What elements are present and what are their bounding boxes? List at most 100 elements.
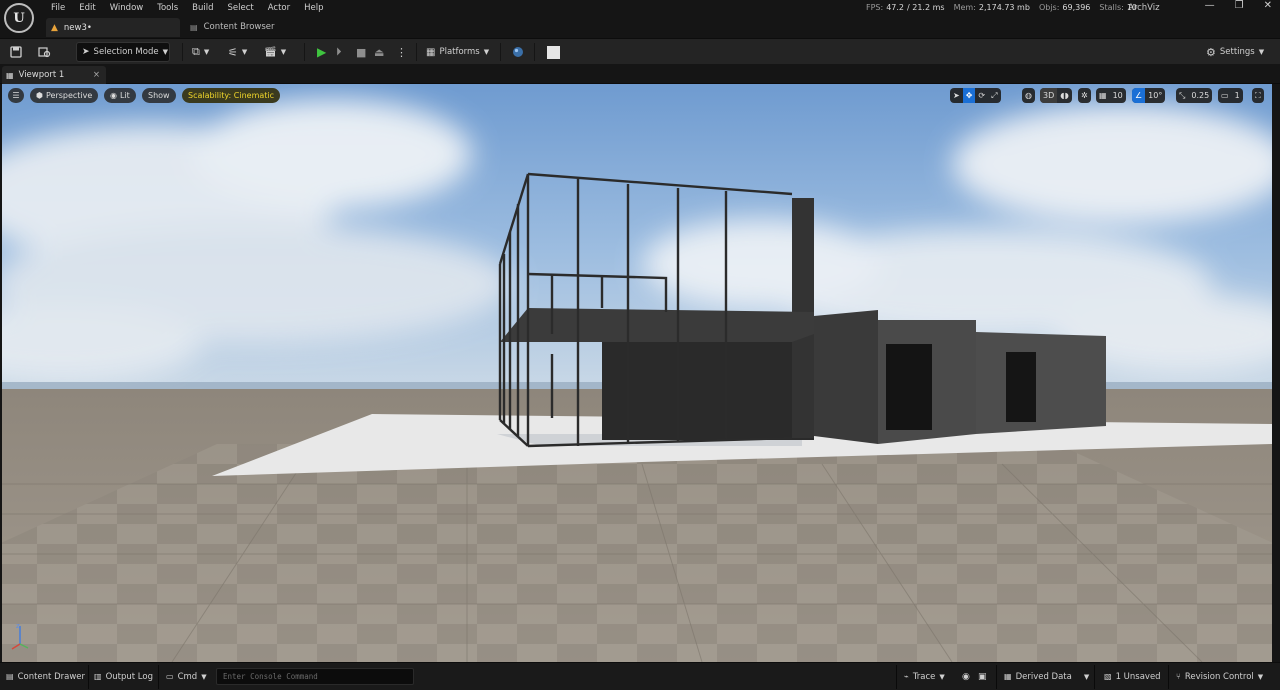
select-tool-icon[interactable]: ➤ <box>950 88 963 103</box>
stop-button[interactable]: ■ <box>356 42 366 62</box>
restore-icon[interactable]: ❐ <box>1235 0 1244 11</box>
eject-button[interactable]: ⏏ <box>374 42 384 62</box>
screenshot-button[interactable]: ▣ <box>978 668 987 685</box>
house-window-1 <box>886 344 932 430</box>
unsaved-button[interactable]: ▧ 1 Unsaved <box>1104 668 1161 685</box>
trace-icon: ⌁ <box>904 672 909 681</box>
perspective-button[interactable]: ⬢ Perspective <box>30 88 99 103</box>
scalability-badge[interactable]: Scalability: Cinematic <box>182 88 281 103</box>
revision-control-label: Revision Control <box>1184 671 1254 682</box>
chevron-down-icon: ▼ <box>939 672 945 681</box>
settings-label: Settings <box>1219 47 1255 57</box>
unsaved-label: 1 Unsaved <box>1115 671 1161 682</box>
derived-data-dropdown[interactable]: ▦ Derived Data ▼ <box>1004 668 1089 685</box>
output-log-button[interactable]: ▥ Output Log <box>94 668 153 685</box>
trace-label: Trace <box>912 671 936 682</box>
menu-select[interactable]: Select <box>221 1 261 15</box>
chevron-down-icon: ▼ <box>203 48 210 56</box>
browse-icon[interactable] <box>38 42 51 62</box>
show-button[interactable]: Show <box>142 88 176 103</box>
frame-ms: / 21.2 ms <box>907 3 945 12</box>
scalability-label: Scalability: Cinematic <box>188 91 275 100</box>
cube-icon: ⬢ <box>36 91 43 100</box>
settings-button[interactable]: ⚙ Settings ▼ <box>1206 42 1264 62</box>
white-square-button[interactable] <box>547 42 560 62</box>
menu-actor[interactable]: Actor <box>261 1 297 15</box>
play-options-button[interactable]: ⋮ <box>396 42 407 62</box>
scale-snap-value: 0.25 <box>1191 91 1210 100</box>
add-actor-button[interactable]: ⧉ ▼ <box>192 42 209 62</box>
content-drawer-label: Content Drawer <box>17 671 85 682</box>
perspective-label: Perspective <box>45 91 93 100</box>
toolbar-divider <box>500 43 501 61</box>
viewport-tab[interactable]: ▦ Viewport 1 × <box>2 66 106 84</box>
square-icon <box>547 45 560 59</box>
play-button[interactable]: ▶ <box>317 42 326 62</box>
stop-icon: ■ <box>356 45 367 59</box>
menu-build[interactable]: Build <box>185 1 220 15</box>
trace-dropdown[interactable]: ⌁ Trace ▼ <box>904 668 945 685</box>
play-icon: ▶ <box>317 45 327 59</box>
unsaved-icon: ▧ <box>1104 672 1112 681</box>
menu-file[interactable]: File <box>44 1 72 15</box>
viewport-menu-button[interactable]: ☰ <box>8 88 24 103</box>
toolbar-divider <box>416 43 417 61</box>
toolbar-divider <box>304 43 305 61</box>
selection-mode-label: Selection Mode <box>93 47 159 57</box>
close-tab-icon[interactable]: × <box>93 70 100 80</box>
scale-snap-group[interactable]: ⤡ 0.25 <box>1176 88 1213 103</box>
gizmo-z-label: z <box>16 622 20 630</box>
menu-window[interactable]: Window <box>103 1 151 15</box>
grid-snap-group[interactable]: ▦ 10 <box>1096 88 1126 103</box>
content-drawer-button[interactable]: ▤ Content Drawer <box>6 668 85 685</box>
scale-tool-icon[interactable]: ⤢ <box>988 88 1000 103</box>
minimize-icon[interactable]: — <box>1205 0 1215 11</box>
clapper-icon: 🎬︎ <box>264 46 277 58</box>
toggle-switch-icon: ◖◗ <box>1060 91 1069 100</box>
unreal-logo-icon[interactable]: U <box>4 3 34 33</box>
cursor-icon: ➤ <box>82 47 90 57</box>
surface-snapping-button[interactable]: ✲ <box>1078 88 1091 103</box>
record-button[interactable]: ◉ <box>962 668 970 685</box>
material-sphere-button[interactable] <box>512 42 524 62</box>
selection-mode-dropdown[interactable]: ➤ Selection Mode ▼ <box>76 42 170 62</box>
chevron-down-icon: ▼ <box>1257 672 1264 681</box>
camera-speed-group[interactable]: ▭ 1 <box>1218 88 1243 103</box>
maximize-viewport-button[interactable]: ⛶ <box>1252 88 1264 103</box>
lit-button[interactable]: ◉ Lit <box>104 88 136 103</box>
menu-tools[interactable]: Tools <box>150 1 185 15</box>
surface-snap-toggle[interactable]: 3D ◖◗ <box>1040 88 1072 103</box>
add-actor-icon: ⧉ <box>192 45 200 58</box>
rotation-snap-value: 10° <box>1148 91 1163 100</box>
chevron-down-icon: ▼ <box>241 48 248 56</box>
cmd-dropdown[interactable]: ▭ Cmd ▼ <box>166 668 207 685</box>
level-viewport[interactable]: ☰ ⬢ Perspective ◉ Lit Show Scalability: … <box>2 84 1272 662</box>
objs-label: Objs: <box>1038 3 1060 12</box>
level-icon: ▲ <box>51 22 58 33</box>
translate-tool-icon[interactable]: ✥ <box>962 88 976 103</box>
menu-edit[interactable]: Edit <box>72 1 102 15</box>
rotation-snap-group[interactable]: ∠ 10° <box>1132 88 1166 103</box>
mem-value: 2,174.73 mb <box>978 3 1030 12</box>
fps-label: FPS: <box>866 3 884 12</box>
platforms-dropdown[interactable]: ▦ Platforms ▼ <box>426 42 489 62</box>
viewport-tab-label: Viewport 1 <box>18 70 65 80</box>
console-command-input[interactable]: Enter Console Command <box>216 668 414 685</box>
status-divider <box>1094 665 1095 689</box>
rotate-tool-icon[interactable]: ⟳ <box>975 88 988 103</box>
status-bar: ▤ Content Drawer ▥ Output Log ▭ Cmd ▼ En… <box>0 662 1280 690</box>
close-icon[interactable]: ✕ <box>1264 0 1272 11</box>
checker-floor <box>2 444 1272 662</box>
save-icon[interactable] <box>10 42 22 62</box>
gear-icon: ⚙ <box>1206 45 1216 59</box>
level-tab[interactable]: ▲ new3• <box>46 18 180 37</box>
world-local-toggle[interactable]: ◍ <box>1022 88 1035 103</box>
content-browser-tab[interactable]: ▤ Content Browser <box>186 18 275 36</box>
menu-help[interactable]: Help <box>297 1 330 15</box>
camera-icon: ▭ <box>1221 91 1229 100</box>
revision-control-dropdown[interactable]: ⑂ Revision Control ▼ <box>1176 668 1263 685</box>
blueprint-button[interactable]: ⚟ ▼ <box>228 42 247 62</box>
step-button[interactable]: ⏵ <box>336 42 342 62</box>
house-window-2 <box>1006 352 1036 422</box>
cinematics-button[interactable]: 🎬︎ ▼ <box>264 42 286 62</box>
